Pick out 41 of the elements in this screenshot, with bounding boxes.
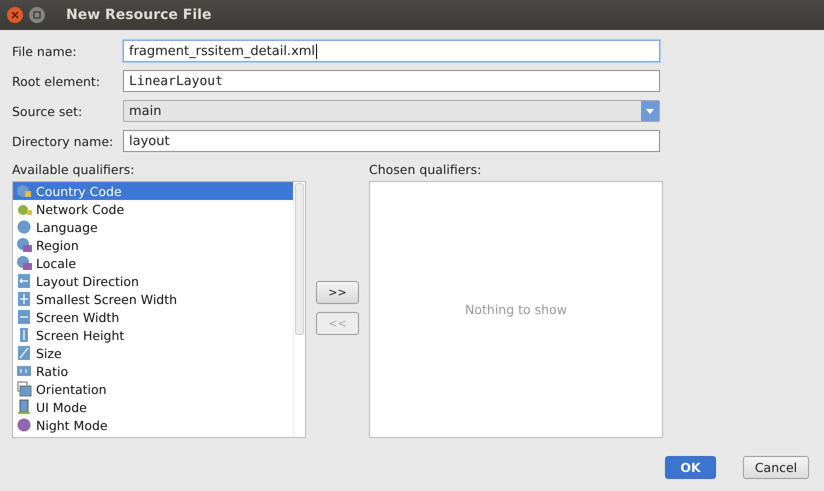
globe-icon	[16, 255, 32, 271]
resize-icon	[16, 345, 32, 361]
globe-icon	[16, 219, 32, 235]
globe-icon	[16, 183, 32, 199]
maximize-icon[interactable]	[28, 6, 46, 24]
qualifier-item[interactable]: Country Code	[13, 182, 293, 200]
screens-icon	[16, 381, 32, 397]
move-button[interactable]: >>	[316, 280, 359, 304]
qualifier-item[interactable]: Night Mode	[13, 416, 293, 434]
qualifier-item[interactable]: Orientation	[13, 380, 293, 398]
input-field[interactable]: fragment_rssitem_detail.xml	[123, 40, 660, 62]
field-label: Directory name:	[12, 134, 114, 148]
field-label: Source set:	[12, 104, 84, 118]
qualifier-item[interactable]: Layout Direction	[13, 272, 293, 290]
empty-message: Nothing to show	[465, 302, 567, 317]
input-field[interactable]: LinearLayout	[123, 70, 660, 92]
field-label: File name:	[12, 44, 78, 58]
field-label: Root element:	[12, 74, 102, 88]
qualifier-item[interactable]: Smallest Screen Width	[13, 290, 293, 308]
globe-icon	[16, 237, 32, 253]
qualifier-item[interactable]: Language	[13, 218, 293, 236]
cancel-button[interactable]: Cancel	[743, 456, 809, 479]
list-label: Chosen qualifiers:	[369, 162, 482, 177]
qualifier-item[interactable]: Screen Width	[13, 308, 293, 326]
source-set-dropdown[interactable]: main	[123, 100, 660, 122]
qualifier-item[interactable]: Locale	[13, 254, 293, 272]
device-icon	[16, 399, 32, 415]
close-icon[interactable]	[6, 6, 24, 24]
ok-button[interactable]: OK	[665, 456, 716, 479]
ratio-icon	[16, 363, 32, 379]
scrollbar[interactable]	[293, 182, 305, 437]
input-field[interactable]: layout	[123, 130, 660, 152]
qualifier-item[interactable]: UI Mode	[13, 398, 293, 416]
qualifier-item[interactable]: Screen Height	[13, 326, 293, 344]
window-title: New Resource File	[66, 7, 212, 23]
qualifier-item[interactable]: Ratio	[13, 362, 293, 380]
qualifier-item[interactable]: Size	[13, 344, 293, 362]
moon-icon	[16, 417, 32, 433]
list-label: Available qualifiers:	[12, 162, 136, 177]
qualifier-item[interactable]: Network Code	[13, 200, 293, 218]
qualifier-item[interactable]: Region	[13, 236, 293, 254]
